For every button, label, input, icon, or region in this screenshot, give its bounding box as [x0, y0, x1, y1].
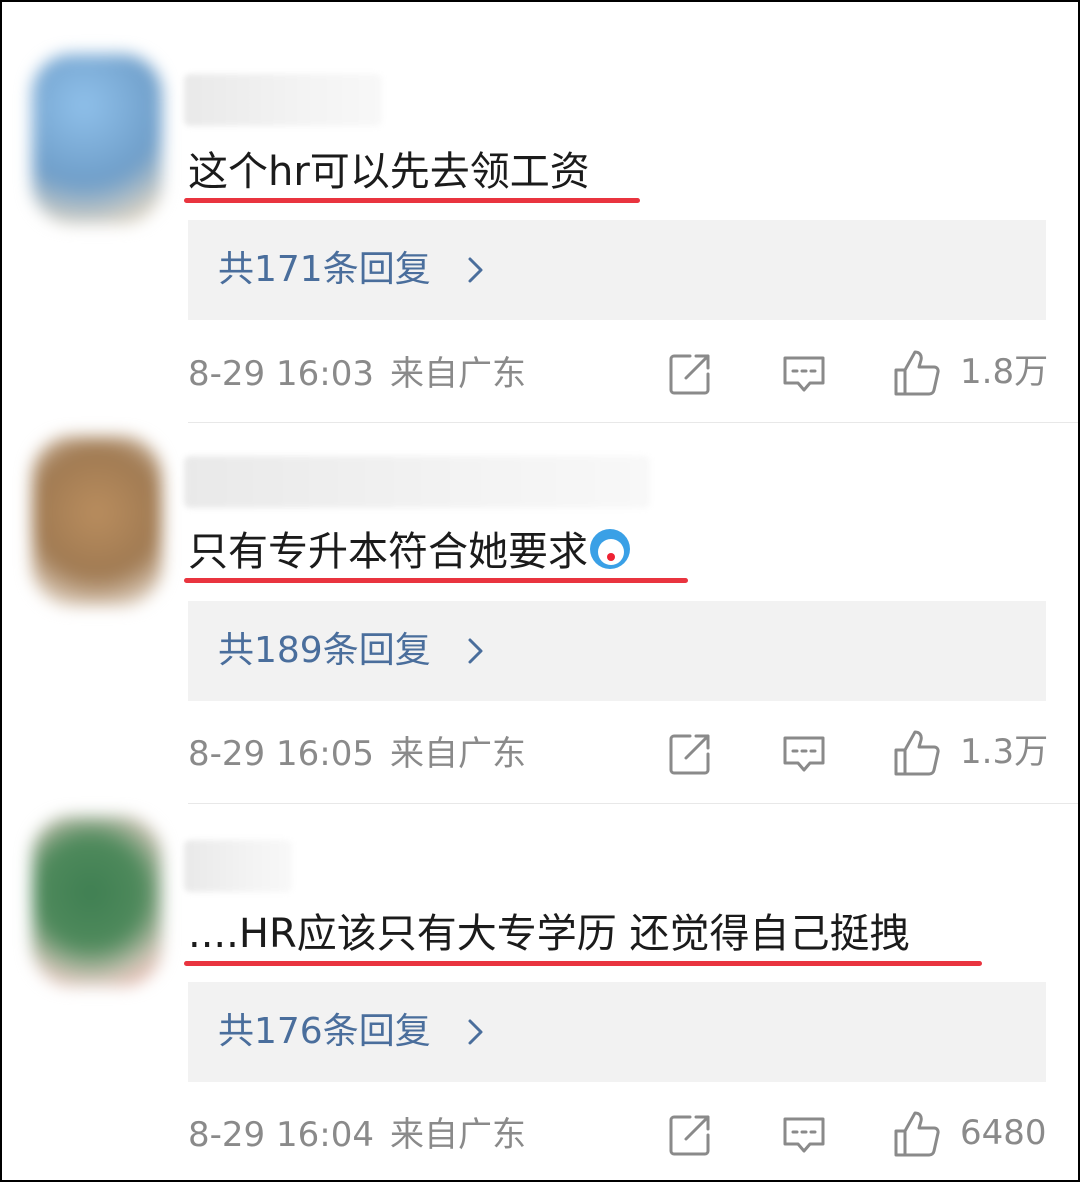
comment-meta: 8-29 16:04 来自广东: [188, 1113, 526, 1157]
avatar[interactable]: [32, 816, 162, 986]
chevron-right-icon: [468, 1019, 483, 1045]
comment-icon[interactable]: [780, 350, 828, 398]
view-replies-button[interactable]: 共176条回复: [188, 982, 1046, 1082]
share-icon[interactable]: [666, 1111, 714, 1159]
like-count: 1.3万: [960, 732, 1049, 772]
replies-count-label: 共189条回复: [218, 630, 431, 671]
location: 来自广东: [389, 1115, 526, 1155]
divider: [188, 803, 1078, 804]
like-count: 6480: [960, 1113, 1047, 1153]
comment-text: 只有专升本符合她要求: [188, 526, 630, 578]
comment-text: ....HR应该只有大专学历 还觉得自己挺拽: [188, 911, 910, 957]
comment-icon[interactable]: [780, 1111, 828, 1159]
avatar[interactable]: [32, 436, 162, 606]
comment-icon[interactable]: [780, 730, 828, 778]
location: 来自广东: [389, 734, 526, 774]
highlight-underline: [184, 198, 640, 203]
avatar[interactable]: [32, 54, 162, 224]
view-replies-button[interactable]: 共171条回复: [188, 220, 1046, 320]
chevron-right-icon: [468, 638, 483, 664]
share-icon[interactable]: [666, 350, 714, 398]
username-blurred[interactable]: [184, 456, 650, 508]
divider: [188, 422, 1078, 423]
comment-text: 这个hr可以先去领工资: [188, 149, 590, 195]
thumbs-up-icon: [894, 350, 940, 396]
comment-meta: 8-29 16:05 来自广东: [188, 732, 526, 776]
timestamp: 8-29 16:05: [188, 734, 374, 774]
comment-list: 这个hr可以先去领工资 共171条回复 8-29 16:03 来自广东 1.8万: [0, 0, 1080, 1182]
like-count: 1.8万: [960, 352, 1049, 392]
replies-count-label: 共176条回复: [218, 1011, 431, 1052]
replies-count-label: 共171条回复: [218, 249, 431, 290]
thumbs-up-icon: [894, 730, 940, 776]
location: 来自广东: [389, 354, 526, 394]
username-blurred[interactable]: [184, 74, 382, 126]
comment-meta: 8-29 16:03 来自广东: [188, 352, 526, 396]
highlight-underline: [184, 578, 688, 583]
view-replies-button[interactable]: 共189条回复: [188, 601, 1046, 701]
timestamp: 8-29 16:03: [188, 354, 374, 394]
share-icon[interactable]: [666, 730, 714, 778]
username-blurred[interactable]: [184, 840, 292, 892]
doraemon-emoji-icon: [590, 529, 630, 569]
highlight-underline: [184, 961, 982, 966]
chevron-right-icon: [468, 257, 483, 283]
timestamp: 8-29 16:04: [188, 1115, 374, 1155]
thumbs-up-icon: [894, 1111, 940, 1157]
